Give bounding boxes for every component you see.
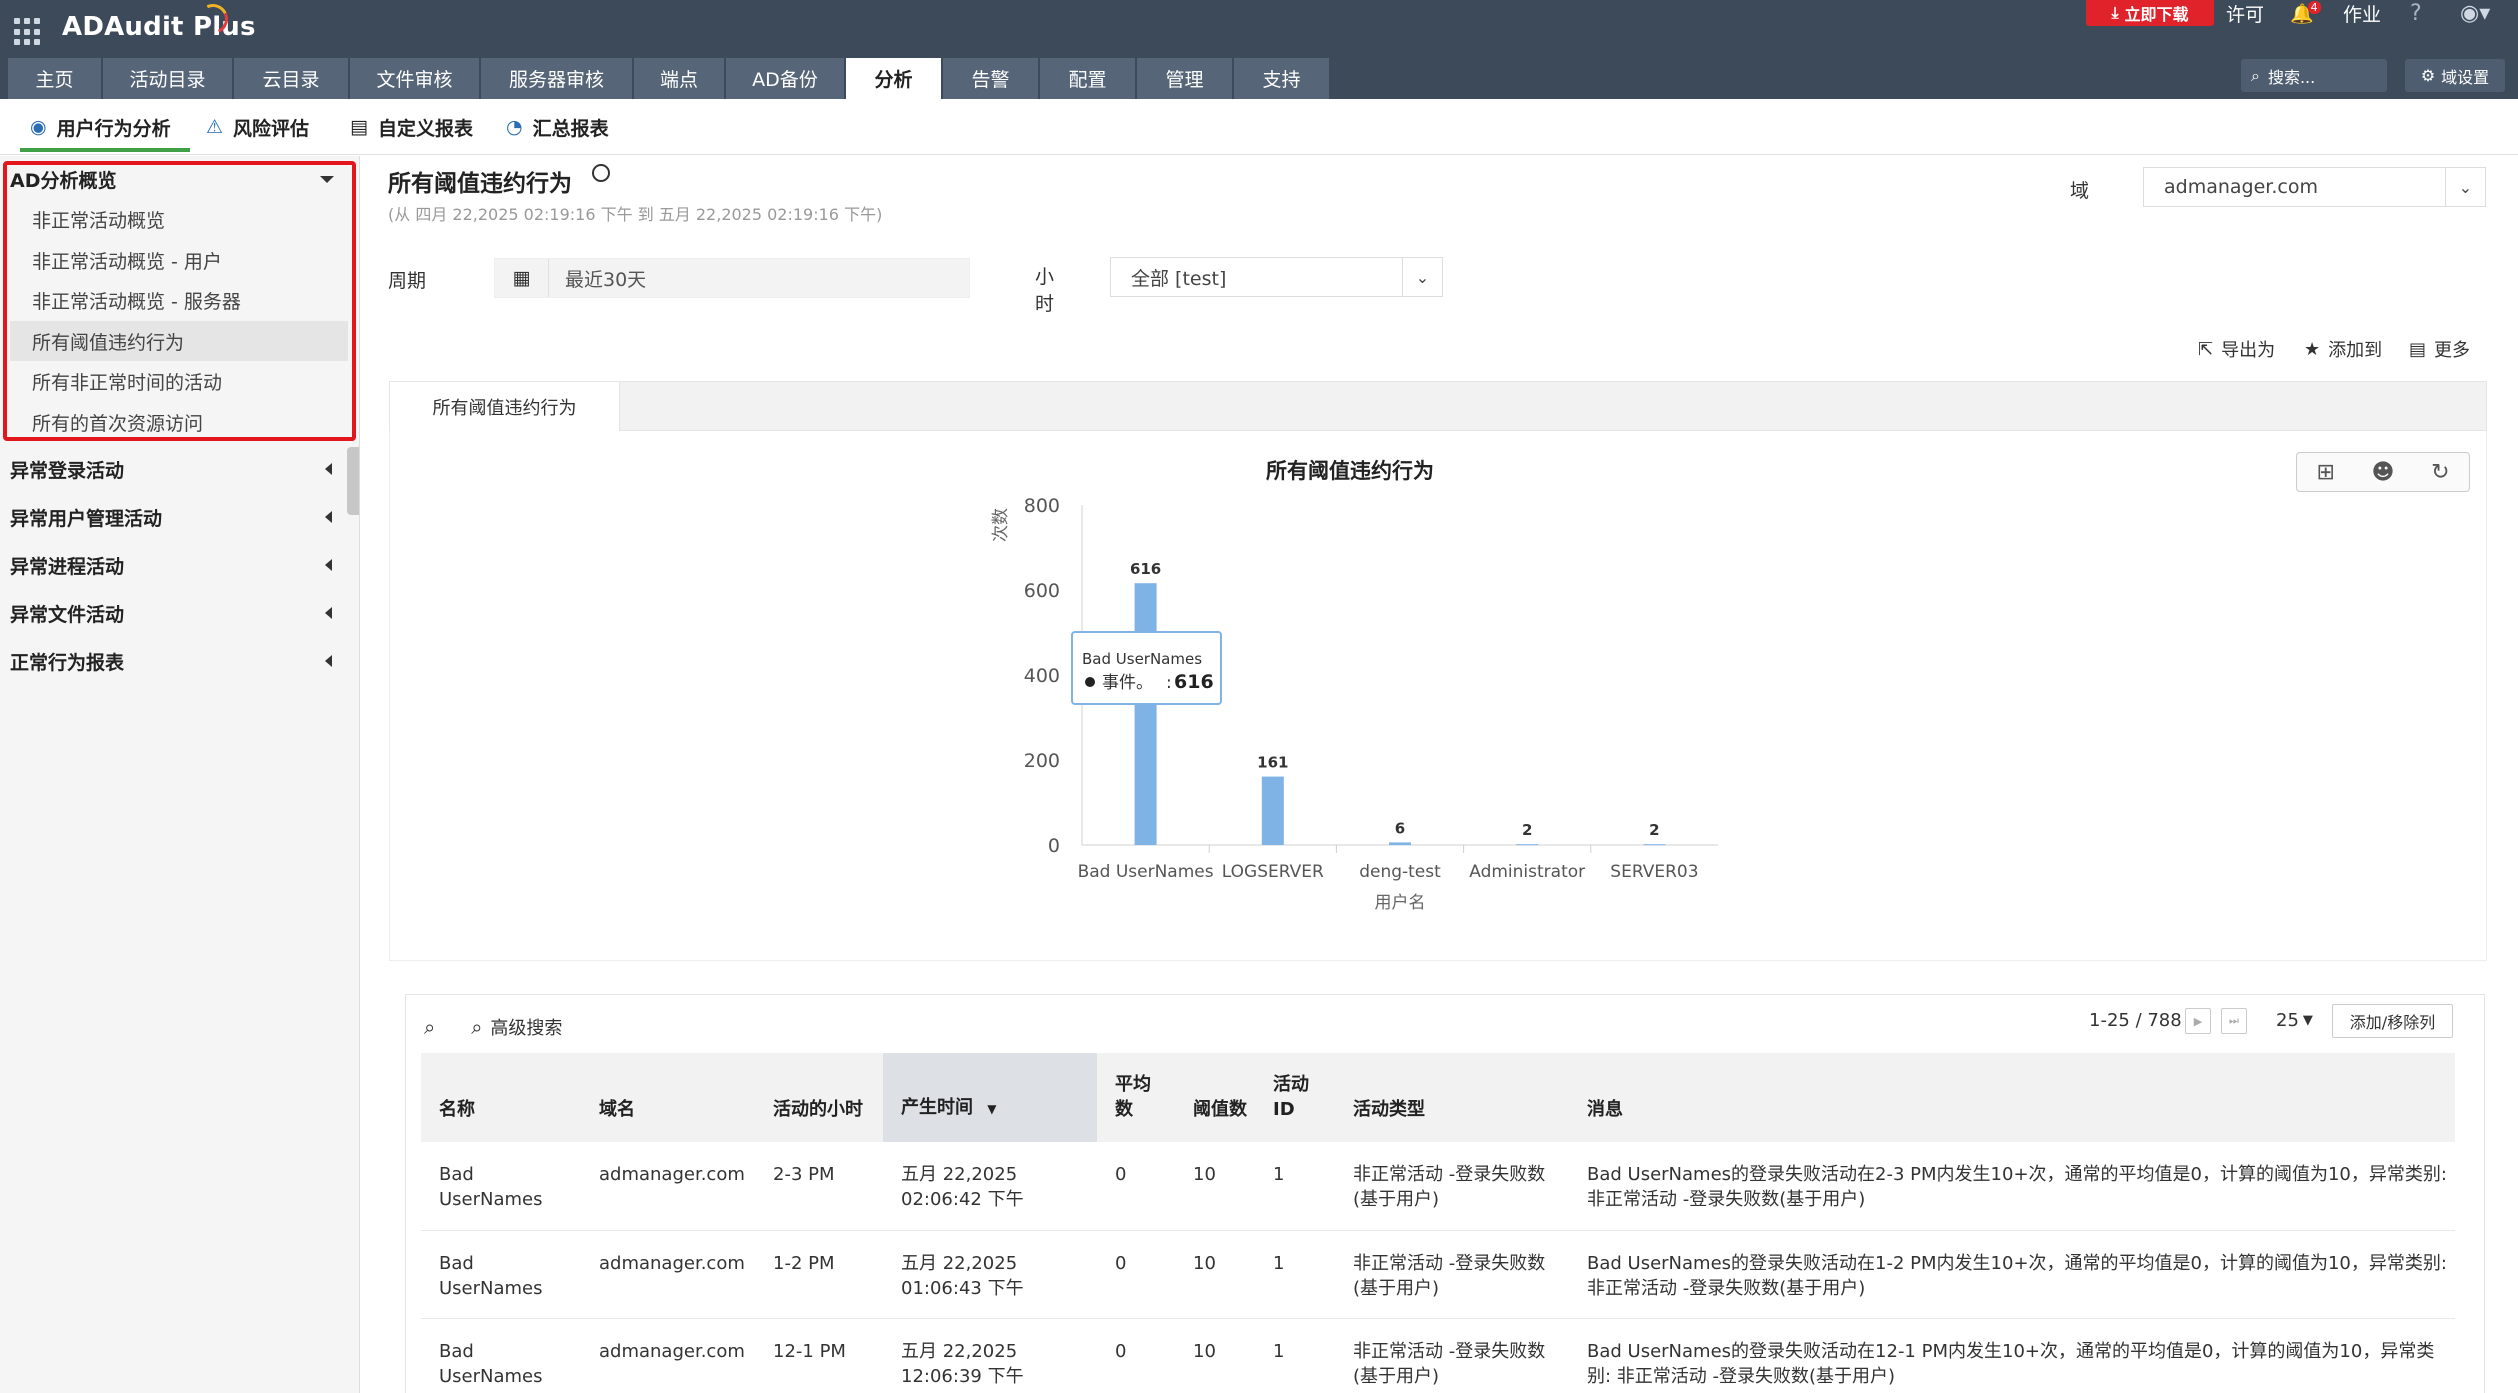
- pagination-controls: ▶ ⏭: [2185, 1008, 2247, 1034]
- column-header-active-hour[interactable]: 活动的小时: [755, 1053, 883, 1142]
- results-table: 名称 域名 活动的小时 产生时间 ▼ 平均数 阈值数 活动ID 活动类型 消息 …: [421, 1053, 2455, 1393]
- x-tick-label: Administrator: [1469, 862, 1585, 882]
- column-header-generated-time[interactable]: 产生时间 ▼: [883, 1053, 1097, 1142]
- quick-search-icon[interactable]: ⌕: [424, 1015, 435, 1039]
- bar: [1261, 776, 1284, 845]
- bar: [1134, 583, 1157, 845]
- column-header-activity-id[interactable]: 活动ID: [1255, 1053, 1335, 1142]
- cell-activity-type: 非正常活动 -登录失败数(基于用户): [1335, 1318, 1569, 1393]
- tooltip-title: Bad UserNames: [1082, 650, 1202, 668]
- bar: [1389, 842, 1411, 845]
- x-axis-label: 用户名: [1375, 893, 1426, 913]
- table-search-row: ⌕ ⌕ 高级搜索: [424, 1014, 562, 1040]
- y-tick-label: 200: [1024, 750, 1060, 772]
- data-label: 616: [1130, 560, 1161, 578]
- cell-message: Bad UserNames的登录失败活动在1-2 PM内发生10+次，通常的平均…: [1569, 1230, 2455, 1319]
- last-page-icon[interactable]: ⏭: [2221, 1008, 2247, 1034]
- cell-domain: admanager.com: [581, 1142, 755, 1231]
- cell-average: 0: [1097, 1142, 1175, 1231]
- cell-activity-type: 非正常活动 -登录失败数(基于用户): [1335, 1230, 1569, 1319]
- cell-message: Bad UserNames的登录失败活动在12-1 PM内发生10+次，通常的平…: [1569, 1318, 2455, 1393]
- bar: [1516, 844, 1539, 846]
- next-page-icon[interactable]: ▶: [2185, 1008, 2211, 1034]
- y-tick-label: 800: [1024, 495, 1060, 517]
- column-header-name[interactable]: 名称: [421, 1053, 581, 1142]
- x-tick-label: Bad UserNames: [1078, 862, 1214, 882]
- cell-hour: 12-1 PM: [755, 1318, 883, 1393]
- advanced-search-icon[interactable]: ⌕: [471, 1015, 482, 1039]
- advanced-search-link[interactable]: 高级搜索: [490, 1014, 562, 1040]
- cell-message: Bad UserNames的登录失败活动在2-3 PM内发生10+次，通常的平均…: [1569, 1142, 2455, 1231]
- cell-domain: admanager.com: [581, 1318, 755, 1393]
- y-tick-label: 400: [1024, 665, 1060, 687]
- tooltip-separator: :: [1166, 673, 1172, 693]
- table-row[interactable]: Bad UserNames admanager.com 2-3 PM 五月 22…: [421, 1142, 2455, 1231]
- cell-name: Bad UserNames: [421, 1318, 581, 1393]
- cell-name: Bad UserNames: [421, 1230, 581, 1319]
- y-tick-label: 0: [1048, 835, 1060, 857]
- cell-threshold: 10: [1175, 1230, 1255, 1319]
- column-header-message[interactable]: 消息: [1569, 1053, 2455, 1142]
- cell-threshold: 10: [1175, 1318, 1255, 1393]
- tooltip-box: [1071, 631, 1222, 705]
- cell-hour: 2-3 PM: [755, 1142, 883, 1231]
- data-label: 161: [1257, 754, 1288, 772]
- cell-activity-id: 1: [1255, 1230, 1335, 1319]
- cell-average: 0: [1097, 1318, 1175, 1393]
- pagination-range: 1-25 / 788: [2089, 1010, 2182, 1031]
- cell-name: Bad UserNames: [421, 1142, 581, 1231]
- cell-threshold: 10: [1175, 1142, 1255, 1231]
- page-size-select[interactable]: 25 ▼: [2276, 1010, 2313, 1031]
- tooltip-value: 616: [1174, 671, 1214, 693]
- cell-time: 五月 22,2025 01:06:43 下午: [883, 1230, 1097, 1319]
- x-tick-label: SERVER03: [1610, 862, 1698, 882]
- column-header-average[interactable]: 平均数: [1097, 1053, 1175, 1142]
- tooltip-label: 事件。: [1102, 673, 1153, 693]
- cell-hour: 1-2 PM: [755, 1230, 883, 1319]
- column-header-threshold[interactable]: 阈值数: [1175, 1053, 1255, 1142]
- data-label: 2: [1522, 821, 1532, 839]
- cell-activity-id: 1: [1255, 1142, 1335, 1231]
- column-header-domain[interactable]: 域名: [581, 1053, 755, 1142]
- add-remove-columns-button[interactable]: 添加/移除列: [2332, 1004, 2453, 1038]
- cell-time: 五月 22,2025 12:06:39 下午: [883, 1318, 1097, 1393]
- y-axis-label: 次数: [991, 508, 1011, 542]
- caret-down-icon: ▼: [2302, 1013, 2313, 1028]
- cell-time: 五月 22,2025 02:06:42 下午: [883, 1142, 1097, 1231]
- cell-activity-id: 1: [1255, 1318, 1335, 1393]
- sort-desc-icon: ▼: [987, 1102, 997, 1116]
- bar: [1643, 844, 1666, 846]
- cell-activity-type: 非正常活动 -登录失败数(基于用户): [1335, 1142, 1569, 1231]
- column-header-activity-type[interactable]: 活动类型: [1335, 1053, 1569, 1142]
- tooltip-dot: [1085, 677, 1095, 687]
- x-tick-label: LOGSERVER: [1222, 862, 1324, 882]
- cell-average: 0: [1097, 1230, 1175, 1319]
- table-row[interactable]: Bad UserNames admanager.com 12-1 PM 五月 2…: [421, 1318, 2455, 1393]
- cell-domain: admanager.com: [581, 1230, 755, 1319]
- table-header-row: 名称 域名 活动的小时 产生时间 ▼ 平均数 阈值数 活动ID 活动类型 消息: [421, 1053, 2455, 1142]
- table-row[interactable]: Bad UserNames admanager.com 1-2 PM 五月 22…: [421, 1230, 2455, 1319]
- data-label: 2: [1649, 821, 1659, 839]
- x-tick-label: deng-test: [1359, 862, 1441, 882]
- data-label: 6: [1395, 819, 1405, 837]
- y-tick-label: 600: [1024, 580, 1060, 602]
